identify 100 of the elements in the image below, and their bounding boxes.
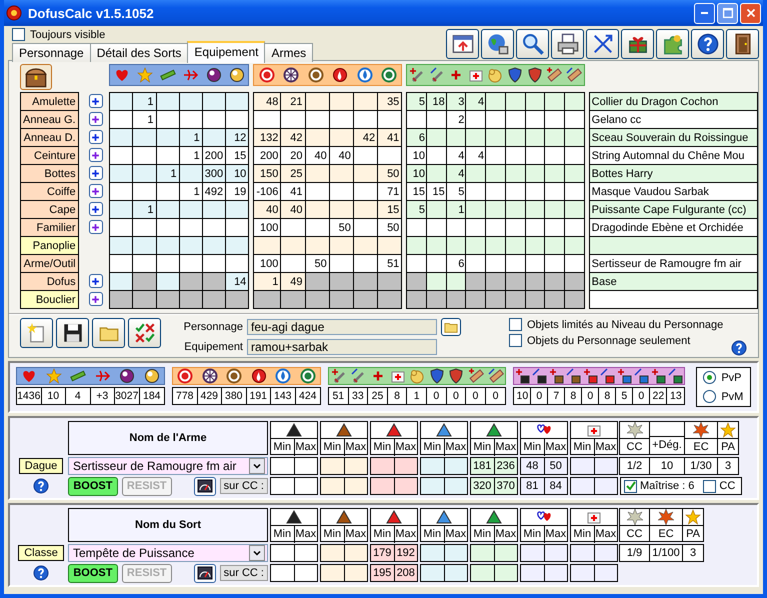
item-name-cell: Collier du Dragon Cochon <box>589 92 758 110</box>
total-cell: 5 <box>616 388 634 404</box>
damage-cell: 50 <box>544 458 567 474</box>
checkbox-label: CC <box>719 480 736 492</box>
table-cell: 1 <box>132 92 156 110</box>
character-field[interactable]: feu-agi dague <box>247 319 437 335</box>
damage-cell: 192 <box>394 545 417 561</box>
radio-label: PvM <box>721 390 744 402</box>
slot-label: Amulette <box>20 92 78 110</box>
value-cell: 1/30 <box>684 457 718 475</box>
slot-label: Dofus <box>20 272 78 290</box>
toggle-button[interactable]: BOOST <box>68 564 118 582</box>
total-cell: 4 <box>66 388 90 404</box>
damage-cell: 48 <box>521 458 544 474</box>
slot-label: Arme/Outil <box>20 254 78 272</box>
value-cell: 1/100 <box>649 544 683 562</box>
slot-label: Classe <box>18 545 64 561</box>
total-cell-text: 0 <box>492 389 500 404</box>
radio-label: PvP <box>721 372 742 384</box>
value-cell: 1/2 <box>619 457 650 475</box>
table-cell: 492 <box>202 182 226 200</box>
table-cell: 12 <box>226 128 249 146</box>
table-cell: 35 <box>378 92 402 110</box>
slot-label: Anneau G. <box>20 110 78 128</box>
table-cell: 71 <box>378 182 402 200</box>
item-name-cell: Masque Vaudou Sarbak <box>589 182 758 200</box>
table-cell: 15 <box>406 182 427 200</box>
value-cell: 1/9 <box>619 544 650 562</box>
table-cell: 1 <box>446 200 466 218</box>
damage-cell: 236 <box>494 458 517 474</box>
tab[interactable]: Détail des Sorts <box>90 43 188 62</box>
column-header: Nom de l'Arme <box>68 421 268 455</box>
slot-label: Cape <box>20 200 78 218</box>
column-header: EC <box>692 440 710 455</box>
column-header: Nom du Sort <box>68 508 268 542</box>
column-header: Max <box>494 439 517 456</box>
table-cell: 21 <box>280 92 306 110</box>
table-cell: 6 <box>406 128 427 146</box>
table-cell: 40 <box>305 146 330 164</box>
table-cell: 4 <box>466 146 486 164</box>
table-cell: 1 <box>132 110 156 128</box>
total-cell: 7 <box>548 388 566 404</box>
column-header: Max <box>544 439 567 456</box>
checkbox-label: Objets limités au Niveau du Personnage <box>527 318 724 330</box>
value-cell: 3 <box>682 544 704 562</box>
column-header: Max <box>494 526 517 543</box>
value-cell: 10 <box>649 457 685 475</box>
column-header: Min <box>322 440 342 455</box>
table-cell: 51 <box>378 254 402 272</box>
column-header: Min <box>522 440 542 455</box>
table-cell: 4 <box>446 164 466 182</box>
slot-label: Panoplie <box>20 236 78 254</box>
damage-cell: 84 <box>544 478 567 494</box>
table-cell: 19 <box>226 182 249 200</box>
table-cell: 18 <box>426 92 446 110</box>
table-cell: 5 <box>406 200 427 218</box>
table-cell: 3 <box>446 92 466 110</box>
table-cell: 42 <box>280 128 306 146</box>
equipment-field[interactable]: ramou+sarbak <box>247 339 437 355</box>
table-cell: 40 <box>280 200 306 218</box>
table-cell: 1 <box>254 272 281 290</box>
table-cell: 50 <box>305 254 330 272</box>
total-cell: 380 <box>222 388 246 404</box>
item-name-cell: Gelano cc <box>589 110 758 128</box>
column-header: Max <box>594 439 617 456</box>
column-header: Max <box>394 439 417 456</box>
tab[interactable]: Personnage <box>12 43 91 62</box>
name-dropdown[interactable]: Tempête de Puissance <box>68 544 268 562</box>
column-header: CC <box>626 527 644 542</box>
total-cell: 1436 <box>17 388 42 404</box>
column-header: CC <box>626 440 644 455</box>
slot-label: Ceinture <box>20 146 78 164</box>
total-cell: 8 <box>599 388 616 404</box>
table-cell: 1 <box>132 200 156 218</box>
damage-cell: 81 <box>521 478 544 494</box>
value-cell: 3 <box>717 457 739 475</box>
total-cell: 0 <box>466 388 486 404</box>
table-cell: 132 <box>254 128 281 146</box>
name-dropdown[interactable]: Sertisseur de Ramougre fm air <box>68 457 268 475</box>
slot-label: Dague <box>18 458 64 474</box>
item-name-cell: Base <box>589 272 758 290</box>
table-cell: 300 <box>202 164 226 182</box>
total-cell-text: 424 <box>298 389 318 404</box>
crit-label: sur CC : <box>220 478 268 494</box>
total-cell: 778 <box>173 388 198 404</box>
table-cell: -106 <box>254 182 281 200</box>
total-cell: 10 <box>42 388 66 404</box>
tab[interactable]: Equipement <box>187 41 266 63</box>
tab[interactable]: Armes <box>264 43 314 62</box>
table-cell: 5 <box>406 92 427 110</box>
table-cell: 100 <box>254 218 281 236</box>
column-header: Max <box>294 526 317 543</box>
damage-cell: 208 <box>394 565 417 581</box>
table-cell: 50 <box>378 218 402 236</box>
table-cell: 14 <box>226 272 249 290</box>
toggle-button[interactable]: BOOST <box>68 476 118 496</box>
field-label: Equipement <box>183 341 243 353</box>
column-header: Max <box>594 526 617 543</box>
column-header: Max <box>344 526 367 543</box>
item-name-cell: Bottes Harry <box>589 164 758 182</box>
